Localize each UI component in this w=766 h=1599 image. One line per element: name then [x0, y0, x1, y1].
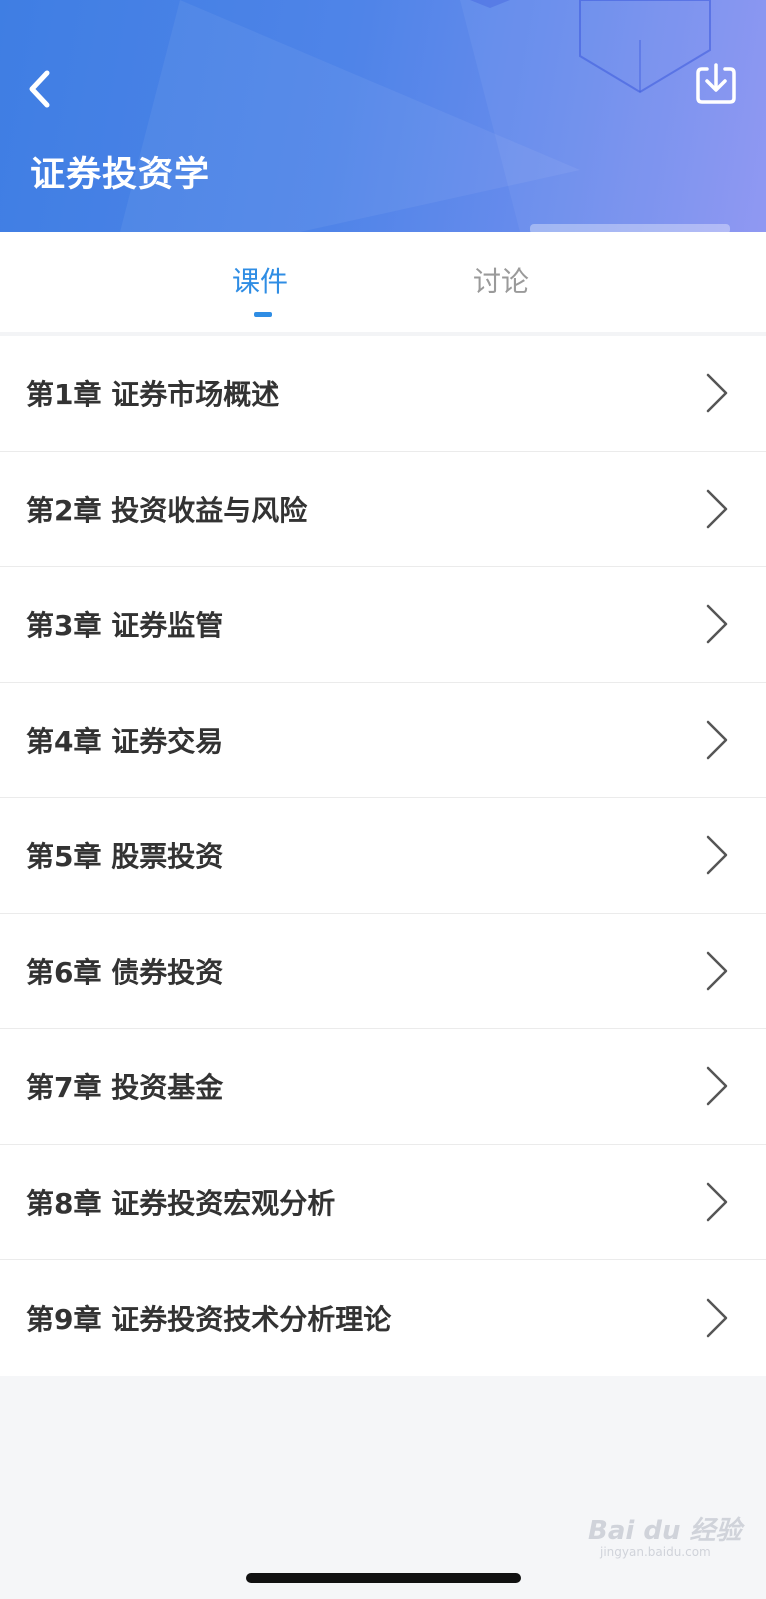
home-indicator[interactable] — [246, 1573, 521, 1583]
chapter-row-9[interactable]: 第9章 证券投资技术分析理论 — [0, 1260, 766, 1376]
course-page: 证券投资学 课件 讨论 第1章 证券市场概述 第2章 投资收益与风险 第3章 证… — [0, 0, 766, 1599]
chapter-row-1[interactable]: 第1章 证券市场概述 — [0, 336, 766, 452]
chevron-right-icon — [706, 836, 728, 875]
chapter-row-3[interactable]: 第3章 证券监管 — [0, 567, 766, 683]
course-header: 证券投资学 — [0, 0, 766, 232]
chapter-label: 第6章 债券投资 — [26, 955, 224, 989]
chevron-right-icon — [706, 605, 728, 644]
chapter-label: 第4章 证券交易 — [26, 724, 224, 758]
chapter-row-8[interactable]: 第8章 证券投资宏观分析 — [0, 1145, 766, 1260]
chapter-label: 第5章 股票投资 — [26, 840, 224, 874]
chapter-label: 第2章 投资收益与风险 — [26, 493, 308, 527]
chapter-label: 第7章 投资基金 — [26, 1071, 224, 1105]
chevron-right-icon — [706, 720, 728, 759]
chevron-right-icon — [706, 374, 728, 413]
chapter-label: 第8章 证券投资宏观分析 — [26, 1186, 336, 1220]
download-button[interactable] — [690, 58, 742, 110]
chapter-row-7[interactable]: 第7章 投资基金 — [0, 1029, 766, 1145]
chapter-row-4[interactable]: 第4章 证券交易 — [0, 683, 766, 798]
chapter-label: 第1章 证券市场概述 — [26, 378, 280, 412]
chevron-right-icon — [706, 951, 728, 990]
tab-discussion[interactable]: 讨论 — [473, 260, 529, 300]
back-button[interactable] — [18, 64, 62, 114]
chevron-left-icon — [29, 70, 50, 108]
chevron-right-icon — [706, 1298, 728, 1337]
page-title: 证券投资学 — [30, 155, 211, 195]
chapter-row-5[interactable]: 第5章 股票投资 — [0, 798, 766, 914]
chapter-label: 第9章 证券投资技术分析理论 — [26, 1302, 392, 1336]
chapter-list: 第1章 证券市场概述 第2章 投资收益与风险 第3章 证券监管 第4章 证券交易… — [0, 336, 766, 1376]
download-icon — [696, 63, 736, 104]
watermark: Bai du 经验 — [588, 1516, 742, 1546]
tab-courseware[interactable]: 课件 — [232, 260, 288, 300]
chapter-row-6[interactable]: 第6章 债券投资 — [0, 914, 766, 1029]
tab-bar: 课件 讨论 — [0, 232, 766, 332]
chapter-row-2[interactable]: 第2章 投资收益与风险 — [0, 452, 766, 567]
header-decoration — [120, 0, 766, 232]
chevron-right-icon — [706, 1182, 728, 1221]
chapter-label: 第3章 证券监管 — [26, 609, 224, 643]
chevron-right-icon — [706, 489, 728, 528]
watermark-url: jingyan.baidu.com — [600, 1545, 711, 1559]
chevron-right-icon — [706, 1067, 728, 1106]
active-tab-indicator — [254, 312, 272, 317]
